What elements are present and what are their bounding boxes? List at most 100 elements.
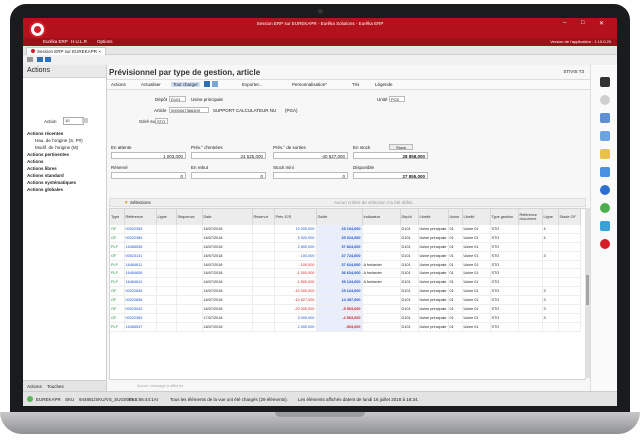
actions-globales[interactable]: Actions globales: [27, 187, 63, 192]
footer-tab-actions[interactable]: Actions: [27, 384, 42, 389]
menu-item-hulr[interactable]: H.U.L.R: [71, 39, 87, 44]
table-row[interactable]: PLF 16465537 18/07/2018 2 000,000 -503,000 D1…: [110, 322, 581, 332]
stock-button[interactable]: Stock: [389, 144, 413, 150]
grid-column-header[interactable]: Ligne: [542, 209, 559, 225]
table-cell: [542, 322, 559, 332]
actions-recent[interactable]: Actions récentes: [27, 131, 63, 136]
toolbar-legend[interactable]: Légende: [375, 82, 393, 87]
article-field[interactable]: 0000067366309: [169, 107, 209, 113]
toolbar-sort[interactable]: Tris: [352, 82, 359, 87]
toolbar-personalisation[interactable]: Personnalisation*: [292, 82, 327, 87]
table-row[interactable]: PLF 16464810 16/07/2018 -1 500,000 35 124,00…: [110, 277, 581, 288]
table-cell: 35 024,000: [316, 233, 363, 243]
nav-icon[interactable]: [27, 57, 33, 62]
toolbar-export[interactable]: Exporter...: [242, 82, 263, 87]
menu-item-options[interactable]: Options: [97, 39, 113, 44]
view-grid-icon[interactable]: [204, 81, 210, 87]
grid-column-header[interactable]: Usine: [448, 209, 463, 225]
actions-libres[interactable]: Actions libres: [27, 166, 57, 171]
action-item-modif[interactable]: Modif. de l'origine (M): [35, 145, 78, 150]
table-cell: [558, 295, 581, 306]
table-cell: Usine principale: [418, 268, 449, 279]
table-row[interactable]: OF 00023141 16/07/2018 100,000 37 724,000 D10…: [110, 251, 581, 261]
actions-systematiques[interactable]: Actions systématiques: [27, 180, 76, 185]
grid-column-header[interactable]: Type gestion: [490, 209, 519, 225]
grid-column-header[interactable]: Libellé: [462, 209, 491, 225]
actions-standard[interactable]: Actions standard: [27, 173, 64, 178]
table-row[interactable]: PLF 16464811 16/07/2018 -100,000 37 624,000 A…: [110, 260, 581, 270]
toolbar-load-all[interactable]: Tout charger: [171, 82, 201, 87]
gere-field[interactable]: STO: [155, 118, 168, 124]
table-row[interactable]: OF 00022369 17/07/2018 3 000,000 -2 503,000 D…: [110, 313, 581, 323]
grid-column-header[interactable]: Solde: [316, 209, 363, 225]
table-cell: 16464810: [124, 277, 157, 288]
table-cell: 01: [448, 233, 463, 243]
action-go-button[interactable]: [82, 118, 88, 123]
toolbar-actions[interactable]: Actions: [111, 82, 126, 87]
grid-column-header[interactable]: Prév. E/S: [274, 209, 317, 225]
table-cell: 16/07/2018: [202, 233, 253, 243]
maximize-button[interactable]: □: [581, 20, 585, 26]
grid-column-header[interactable]: Référence document: [518, 209, 543, 225]
documents-icon[interactable]: [600, 113, 610, 123]
table-cell: [156, 286, 177, 297]
table-row[interactable]: PLF 16464808 16/07/2018 -1 000,000 36 624,00…: [110, 268, 581, 279]
grid-column-header[interactable]: Date: [202, 209, 253, 225]
report-icon[interactable]: [600, 131, 610, 141]
table-cell: 3: [542, 313, 559, 323]
table-cell: [176, 322, 203, 332]
tab-session[interactable]: Session ERP sur EUREKAPR ×: [26, 47, 106, 55]
status-server: EUREKAPR: [36, 397, 61, 402]
table-cell: [518, 242, 543, 252]
table-row[interactable]: OF 00022385 16/07/2018 9 920,000 35 024,000 D…: [110, 233, 581, 243]
grid-column-header[interactable]: Indicateur: [362, 209, 401, 225]
monitor-icon[interactable]: [600, 77, 610, 87]
en-rebut-value: 0: [191, 172, 266, 179]
grid-column-header[interactable]: Stade OF: [558, 209, 581, 225]
menu-item-erp[interactable]: Eurêka ERP: [43, 39, 68, 44]
grid-column-header[interactable]: Dépôt: [400, 209, 419, 225]
table-cell: D101: [400, 251, 419, 261]
actions-pertinentes[interactable]: Actions pertinentes: [27, 152, 69, 157]
grid-column-header[interactable]: Référence: [124, 209, 157, 225]
grid-column-header[interactable]: Libellé: [418, 209, 449, 225]
user-icon[interactable]: [600, 185, 610, 195]
table-cell: D101: [400, 233, 419, 243]
table-cell: D101: [400, 286, 419, 297]
open-icon[interactable]: [45, 57, 51, 62]
table-cell: PLF: [110, 242, 125, 252]
save-icon[interactable]: [37, 57, 43, 62]
unite-field[interactable]: PCE: [389, 96, 405, 102]
search-icon[interactable]: [600, 95, 610, 105]
table-cell: -1 500,000: [274, 277, 317, 288]
close-button[interactable]: ✕: [599, 20, 604, 27]
footer-tab-touches[interactable]: Touches: [47, 384, 64, 389]
grid-column-header[interactable]: Type: [110, 209, 125, 225]
depot-field[interactable]: D101: [169, 96, 186, 102]
grid-column-header[interactable]: Ligne: [156, 209, 177, 225]
alert-icon[interactable]: [600, 239, 610, 249]
table-row[interactable]: OF 00022836 16/07/2018 -10 627,000 14 497,00…: [110, 295, 581, 306]
grid-column-header[interactable]: Réserv.é: [252, 209, 275, 225]
table-row[interactable]: OF 00023040 16/07/2018 -20 000,000 -5 503,00…: [110, 304, 581, 314]
table-row[interactable]: OF 00022355 16/07/2018 10 000,000 25 104,000…: [110, 225, 581, 234]
grid-scroll-thumb[interactable]: [586, 275, 589, 305]
toolbar-refresh[interactable]: Actualiser: [141, 82, 161, 87]
table-row[interactable]: PLF 16465536 16/07/2018 2 800,000 37 824,000…: [110, 242, 581, 252]
table-cell: D101: [400, 304, 419, 314]
actions-all[interactable]: Actions: [27, 159, 44, 164]
action-input[interactable]: 10: [63, 117, 84, 125]
chart-icon[interactable]: [600, 167, 610, 177]
table-cell: STO: [490, 242, 519, 252]
selection-bar[interactable]: ▼ Sélections Aucun critère de sélection …: [109, 198, 586, 207]
settings-icon[interactable]: [600, 221, 610, 231]
minimize-button[interactable]: –: [563, 20, 566, 26]
grid-column-header[interactable]: Séquence: [176, 209, 203, 225]
help-icon[interactable]: [600, 203, 610, 213]
laptop-notch: [275, 412, 365, 417]
table-cell: [252, 268, 275, 279]
calendar-icon[interactable]: [600, 149, 610, 159]
action-item-hau[interactable]: Hau. de l'origine (S, P#): [35, 138, 83, 143]
view-list-icon[interactable]: [212, 81, 218, 87]
table-row[interactable]: OF 00022836 16/07/2018 -10 000,000 25 124,00…: [110, 286, 581, 297]
